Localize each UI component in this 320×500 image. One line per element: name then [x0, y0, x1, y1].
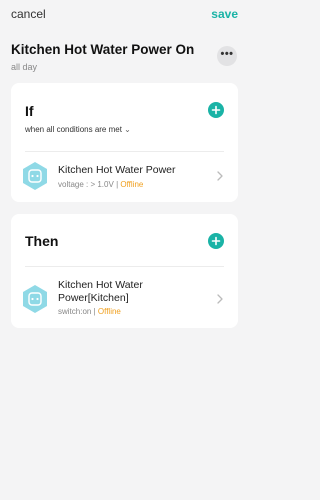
action-detail: switch:on | Offline: [58, 307, 121, 316]
cancel-button[interactable]: cancel: [11, 7, 46, 21]
if-heading: If: [25, 103, 34, 119]
chevron-right-icon: [217, 294, 223, 304]
scene-title[interactable]: Kitchen Hot Water Power On: [11, 42, 194, 57]
action-value: switch:on: [58, 307, 92, 316]
status-offline: Offline: [120, 180, 144, 189]
condition-mode-label: when all conditions are met: [25, 125, 122, 134]
status-offline: Offline: [97, 307, 121, 316]
condition-detail: voltage : > 1.0V | Offline: [58, 180, 143, 189]
add-action-button[interactable]: [208, 233, 224, 249]
smart-plug-icon: [23, 162, 47, 190]
chevron-right-icon: [217, 171, 223, 181]
smart-plug-icon: [23, 285, 47, 313]
more-horizontal-icon: •••: [220, 47, 234, 60]
then-heading: Then: [25, 233, 59, 249]
scene-schedule: all day: [11, 62, 38, 72]
action-item[interactable]: Kitchen Hot Water Power[Kitchen] switch:…: [11, 276, 238, 322]
save-button[interactable]: save: [211, 7, 238, 21]
plus-icon: [211, 105, 221, 115]
action-device-name: Kitchen Hot Water Power[Kitchen]: [58, 279, 143, 304]
separator: |: [116, 180, 119, 189]
condition-device-name: Kitchen Hot Water Power: [58, 164, 176, 176]
divider: [25, 266, 224, 267]
dropdown-caret-icon: ⌄: [121, 125, 131, 134]
more-options-button[interactable]: •••: [217, 46, 237, 66]
condition-value: voltage : > 1.0V: [58, 180, 114, 189]
then-card: Then Kitchen Hot Water Power[Kitchen] sw…: [11, 214, 238, 328]
add-condition-button[interactable]: [208, 102, 224, 118]
divider: [25, 151, 224, 152]
if-card: If when all conditions are met ⌄ Kitchen…: [11, 83, 238, 202]
top-bar: cancel save: [0, 0, 249, 30]
separator: |: [93, 307, 96, 316]
condition-mode-selector[interactable]: when all conditions are met ⌄: [25, 125, 131, 134]
condition-item[interactable]: Kitchen Hot Water Power voltage : > 1.0V…: [11, 156, 238, 196]
plus-icon: [211, 236, 221, 246]
